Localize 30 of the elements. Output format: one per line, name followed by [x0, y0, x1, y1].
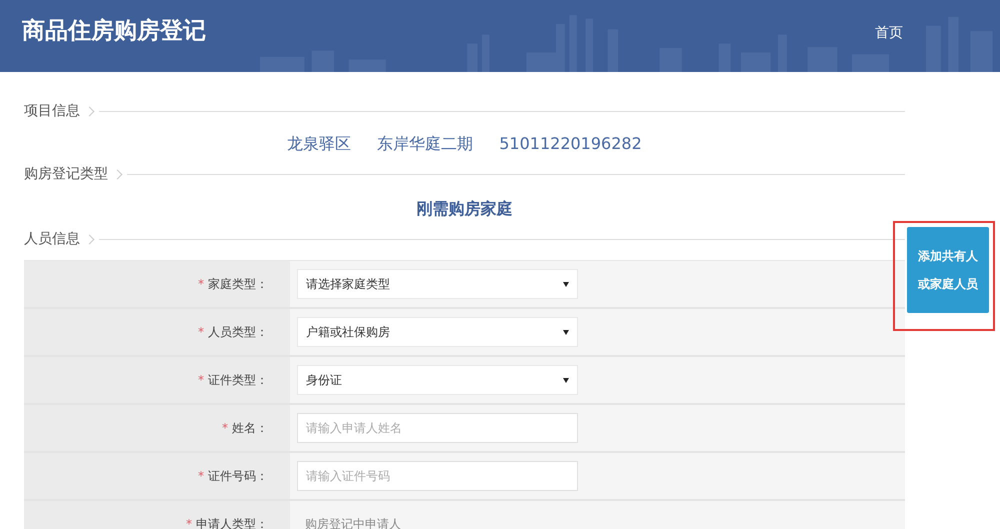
field-label: 人员类型： [208, 324, 268, 340]
registration-type-value: 刚需购房家庭 [416, 199, 512, 218]
field-label: 证件号码： [208, 468, 268, 484]
project-info-value: 东岸华庭二期 [377, 134, 474, 155]
home-link[interactable]: 首页 [875, 24, 903, 42]
required-mark: * [222, 421, 228, 435]
input-field[interactable]: 请输入申请人姓名 [297, 413, 578, 443]
caret-icon [563, 330, 569, 334]
required-mark: * [198, 373, 204, 387]
required-mark: * [186, 517, 192, 529]
required-mark: * [198, 277, 204, 291]
field-label: 家庭类型： [208, 276, 268, 292]
dropdown[interactable]: 身份证 [297, 365, 578, 395]
field-label: 申请人类型： [196, 516, 268, 529]
project-info-value: 龙泉驿区 [287, 134, 352, 155]
section-heading: 项目信息 [24, 102, 80, 120]
dropdown[interactable]: 请选择家庭类型 [297, 269, 578, 299]
field-label: 证件类型： [208, 372, 268, 388]
field-label: 姓名： [232, 420, 268, 436]
required-mark: * [198, 469, 204, 483]
page-title: 商品住房购房登记 [22, 16, 206, 46]
dropdown[interactable]: 户籍或社保购房 [297, 317, 578, 347]
caret-icon [563, 282, 569, 286]
required-mark: * [198, 325, 204, 339]
section-heading: 人员信息 [24, 230, 80, 248]
caret-icon [563, 378, 569, 382]
section-heading: 购房登记类型 [24, 165, 108, 183]
input-field[interactable]: 请输入证件号码 [297, 461, 578, 491]
project-info-value: 51011220196282 [499, 134, 642, 155]
field-value: 购房登记中申请人 [304, 516, 401, 529]
